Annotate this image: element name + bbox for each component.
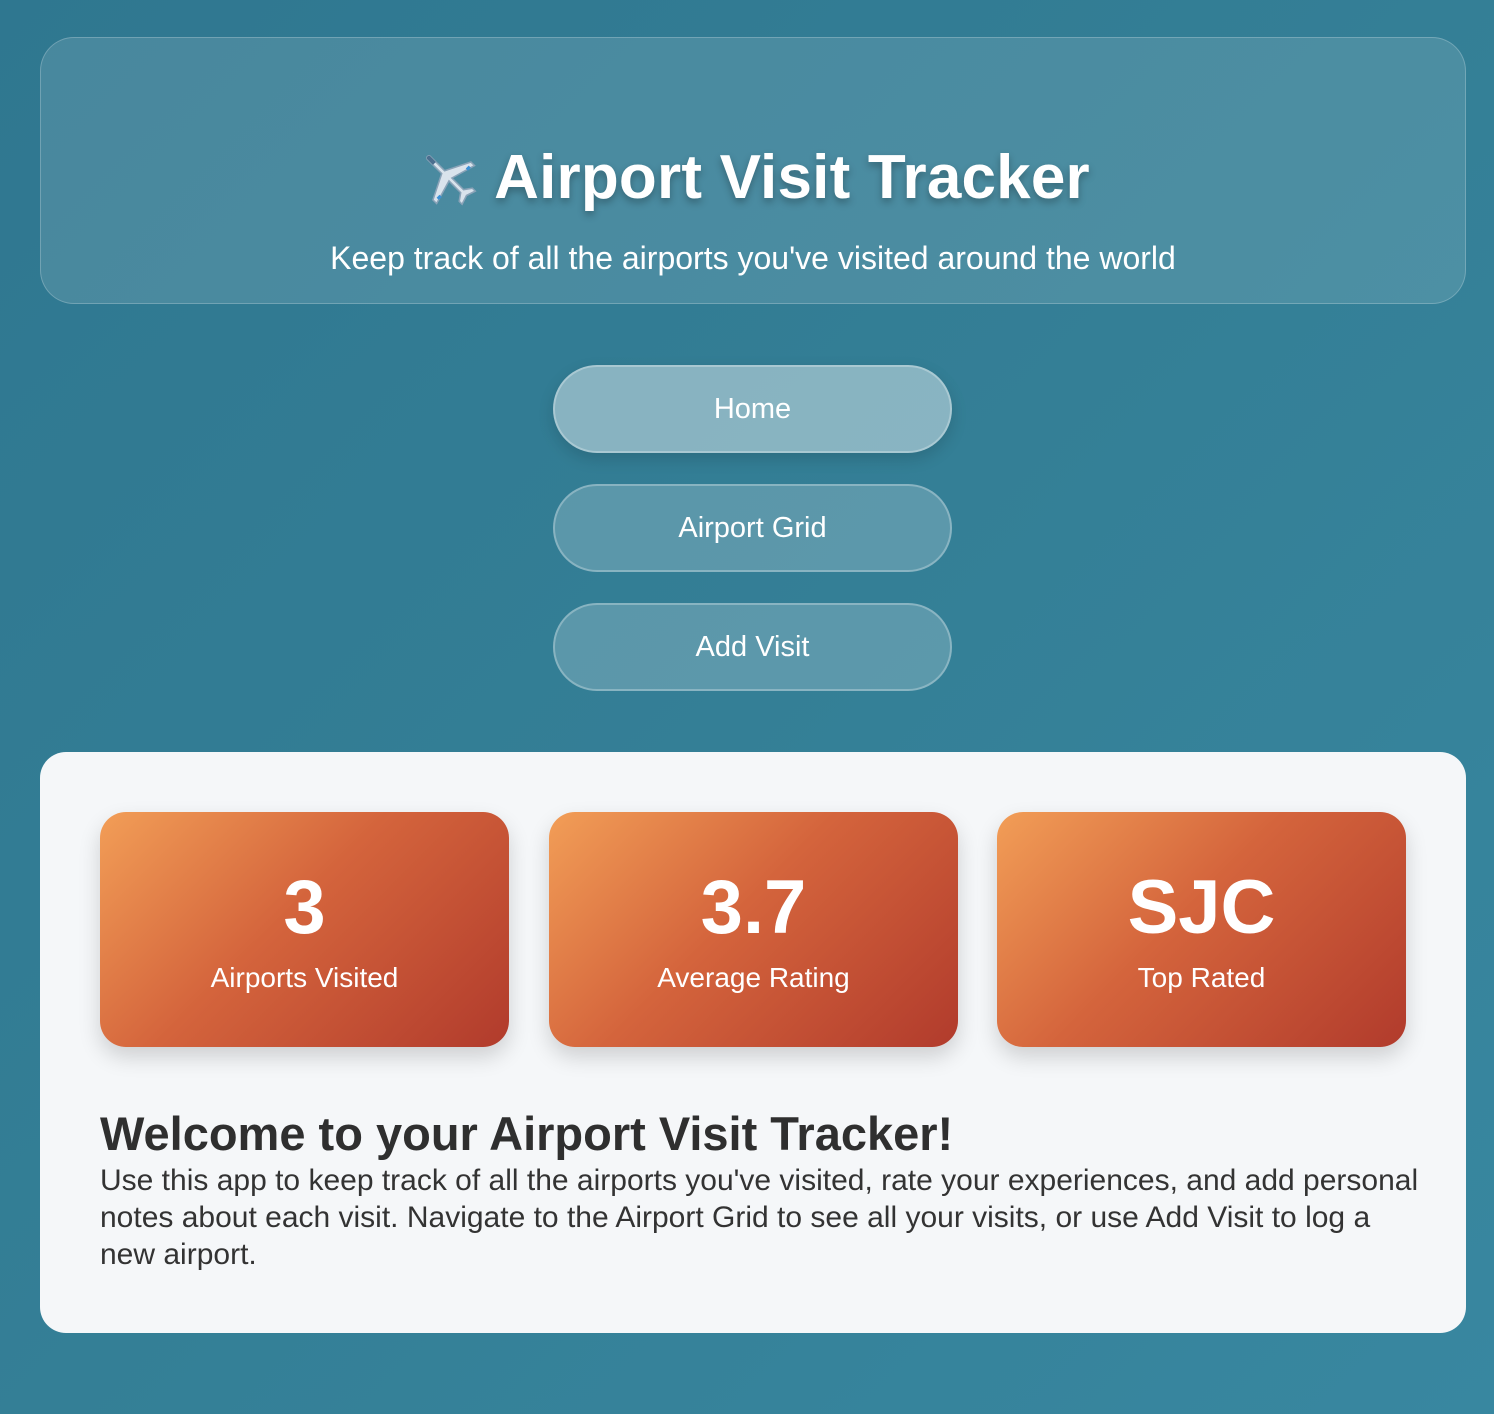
welcome-text: Use this app to keep track of all the ai… — [100, 1164, 1419, 1271]
stat-label: Top Rated — [1137, 962, 1266, 993]
home-panel: 3 Airports Visited 3.7 Average Rating SJ… — [40, 752, 1466, 1333]
app-title: Airport Visit Tracker — [494, 143, 1090, 212]
stat-value: 3 — [283, 865, 326, 950]
stat-card-average-rating: 3.7 Average Rating — [549, 812, 958, 1047]
nav-home-button[interactable]: Home — [553, 365, 952, 453]
stat-card-airports-visited: 3 Airports Visited — [100, 812, 509, 1047]
welcome-heading: Welcome to your Airport Visit Tracker! — [100, 1107, 954, 1160]
app-header: Airport Visit Tracker Keep track of all … — [40, 37, 1466, 304]
nav-airport-grid-button[interactable]: Airport Grid — [553, 484, 952, 572]
airplane-icon — [426, 154, 477, 206]
stat-value: SJC — [1127, 865, 1276, 950]
nav-add-visit-button[interactable]: Add Visit — [553, 603, 952, 691]
app-subtitle: Keep track of all the airports you've vi… — [330, 240, 1176, 276]
stat-card-top-rated: SJC Top Rated — [997, 812, 1406, 1047]
stat-label: Average Rating — [657, 962, 850, 993]
stat-label: Airports Visited — [210, 962, 399, 993]
stat-value: 3.7 — [700, 865, 807, 950]
page-title: Airport Visit Tracker — [41, 142, 1465, 213]
